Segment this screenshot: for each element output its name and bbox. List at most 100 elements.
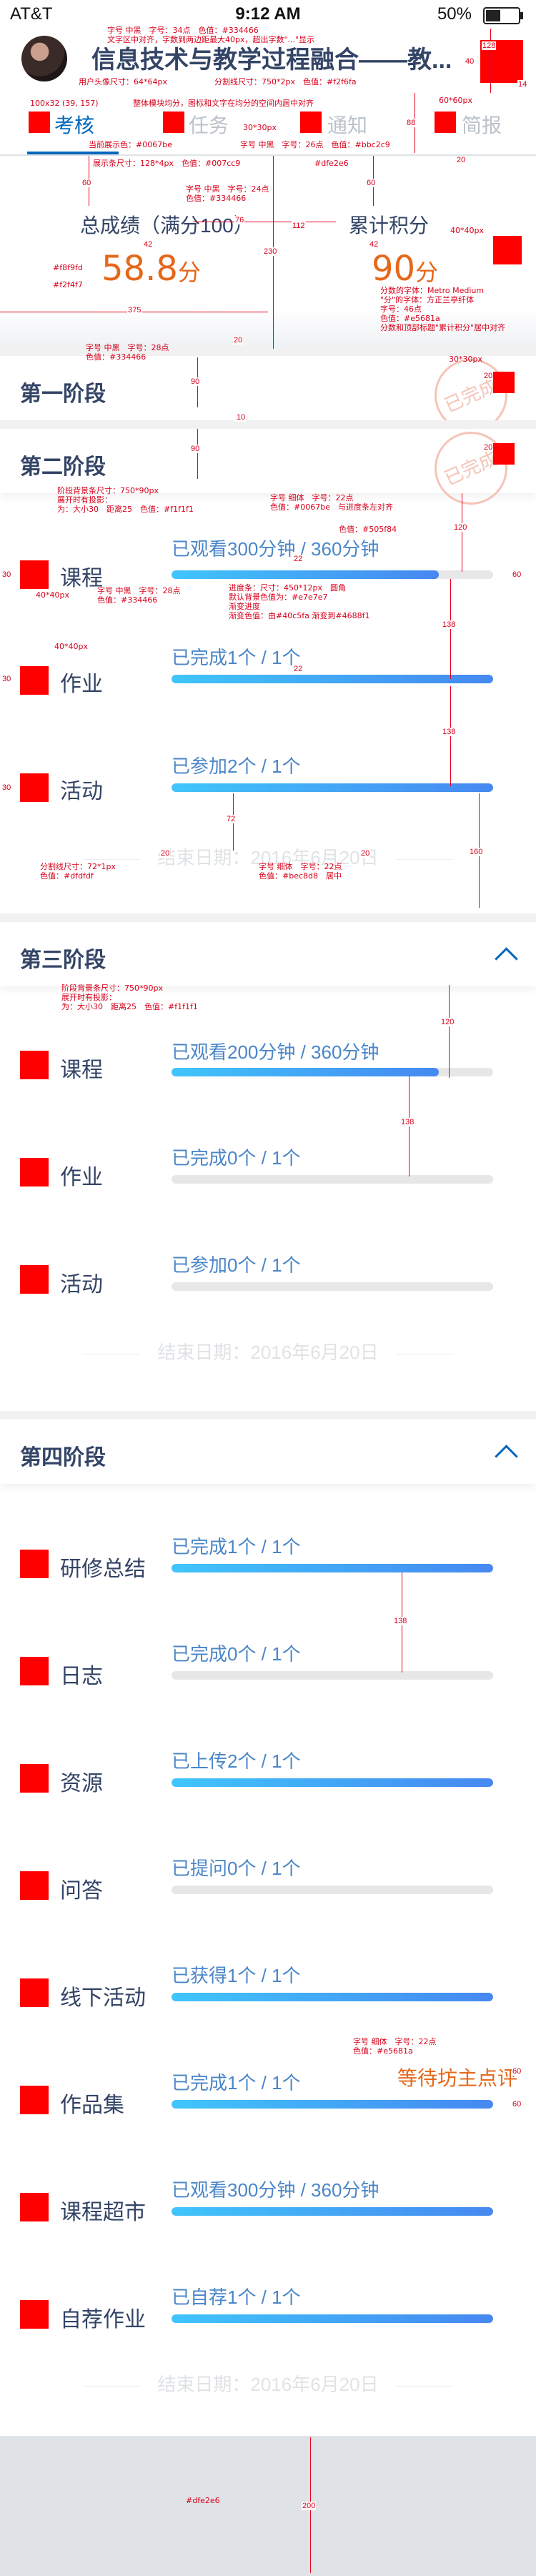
progress-bar: [172, 1564, 493, 1572]
battery-icon: [483, 7, 523, 24]
task-name[interactable]: 课程超市: [60, 2194, 146, 2226]
tab-tasks[interactable]: 任务: [189, 110, 229, 139]
battery-percent: 50%: [437, 4, 472, 24]
task-name[interactable]: 作品集: [60, 2087, 124, 2119]
activity-icon: [20, 773, 49, 802]
dim-mark: 138: [442, 728, 457, 736]
dim-mark: 88: [406, 119, 417, 127]
annotation-gray-color: #dfe2e6: [314, 159, 349, 168]
dim-mark: 42: [143, 240, 154, 249]
course-market-icon: [20, 2193, 49, 2221]
collapse-chevron-icon[interactable]: [495, 1445, 518, 1468]
annotation-header-icon: 60*60px: [439, 96, 472, 105]
points-unit: 分: [415, 259, 439, 286]
annotation-stage-font: 字号 中黑 字号：28点 色值：#334466: [86, 343, 169, 362]
annotation-score-number: 分数的字体：Metro Medium "分"的字体：方正兰亭纤体 字号：46点 …: [380, 286, 506, 332]
progress-bar: [172, 1282, 493, 1291]
progress-bar: [172, 1993, 493, 2001]
task-name[interactable]: 线下活动: [60, 1980, 146, 2011]
task-name[interactable]: 研修总结: [60, 1551, 146, 1582]
task-name[interactable]: 日志: [60, 1658, 103, 1690]
task-name[interactable]: 活动: [60, 1267, 103, 1298]
tab-assessment[interactable]: 考核: [54, 110, 94, 139]
annotation-underline: 展示条尺寸：128*4px 色值：#007cc9: [93, 159, 241, 168]
annotation-title-font: 字号 中黑 字号：34点 色值：#334466 文字区中对齐，字数到两边距最大4…: [107, 26, 315, 44]
annotation-score-font: 字号 中黑 字号：24点 色值：#334466: [186, 184, 269, 203]
user-avatar[interactable]: [21, 36, 67, 81]
task-status: 已完成1个 / 1个: [172, 1536, 301, 1557]
progress-bar: [172, 2100, 493, 2109]
task-name[interactable]: 活动: [60, 773, 103, 805]
task-name[interactable]: 资源: [60, 1765, 103, 1797]
task-status: 已自荐1个 / 1个: [172, 2287, 301, 2308]
dim-mark: 112: [292, 222, 306, 230]
dim-mark: 375: [127, 306, 142, 314]
dim-mark: 20: [360, 849, 371, 858]
tab-reports[interactable]: 简报: [462, 110, 502, 139]
stage-2-header[interactable]: 第二阶段 已完成: [0, 420, 536, 517]
task-name[interactable]: 问答: [60, 1873, 103, 1904]
stage-3-title: 第三阶段: [20, 948, 106, 972]
annotation-divider: 分割线尺寸：750*2px 色值：#f2f6fa: [214, 77, 357, 86]
task-status: 已获得1个 / 1个: [172, 1965, 301, 1986]
progress-bar: [172, 2207, 493, 2216]
collapse-chevron-icon[interactable]: [495, 947, 518, 971]
homework-icon: [20, 666, 49, 695]
pending-review-label: 等待坊主点评: [397, 2067, 518, 2089]
portfolio-icon: [20, 2086, 49, 2114]
stage-2-expand-icon[interactable]: [493, 443, 515, 465]
task-name[interactable]: 作业: [60, 666, 103, 698]
annotation-progress-text: 字号 细体 字号：22点 色值：#0067be 与进度条左对齐: [270, 493, 393, 512]
task-status: 已参加0个 / 1个: [172, 1254, 301, 1276]
progress-bar: [172, 675, 493, 683]
stage-end-date: 结束日期：2016年6月20日: [0, 1338, 536, 1364]
task-status: 已完成1个 / 1个: [172, 2072, 301, 2094]
task-name[interactable]: 自荐作业: [60, 2302, 146, 2333]
progress-bar: [172, 1175, 493, 1184]
dim-mark: 60: [512, 2067, 522, 2076]
stage-4-header[interactable]: 第四阶段: [0, 1411, 536, 1484]
stage-3-header[interactable]: 第三阶段: [0, 913, 536, 986]
progress-bar: [172, 1671, 493, 1680]
resource-icon: [20, 1764, 49, 1793]
dim-mark: 20: [456, 156, 467, 164]
stage-4-title: 第四阶段: [20, 1446, 106, 1470]
homework-icon: [20, 1158, 49, 1187]
task-status: 已提问0个 / 1个: [172, 1858, 301, 1879]
annotation-tab-active: 当前展示色：#0067be: [89, 140, 172, 149]
points-number: 90: [372, 249, 416, 289]
status-bar: AT&T 9:12 AM 50%: [0, 0, 536, 29]
annotation-icon-size: 40*40px: [450, 226, 484, 235]
report-tab-icon: [435, 112, 456, 133]
task-name[interactable]: 作业: [60, 1159, 103, 1191]
offline-activity-icon: [20, 1978, 49, 2007]
points-info-icon[interactable]: [493, 236, 522, 264]
annotation-separator: 分割线尺寸：72*1px 色值：#dfdfdf: [40, 862, 116, 881]
annotation-tab-layout: 整体模块均分，图标和文字在均分的空间内居中对齐: [133, 99, 314, 108]
tab-notices[interactable]: 通知: [327, 110, 367, 139]
dim-mark: 10: [236, 413, 247, 422]
annotation-stage-background: 阶段背景条尺寸：750*90px 展开时有投影： 为：大小30 距离25 色值：…: [57, 486, 194, 514]
dim-mark: 230: [263, 247, 278, 256]
course-icon: [20, 1051, 49, 1079]
progress-bar: [172, 570, 493, 579]
dim-mark: 60: [81, 179, 92, 187]
annotation-avatar: 用户头像尺寸：64*64px: [79, 77, 167, 86]
task-name[interactable]: 课程: [60, 560, 103, 592]
stage-1-title: 第一阶段: [20, 382, 106, 406]
dim-mark: 20: [160, 849, 171, 858]
dim-mark: 120: [440, 1018, 455, 1026]
course-icon: [20, 560, 49, 589]
dim-mark: 20: [483, 443, 494, 452]
task-name[interactable]: 课程: [60, 1052, 103, 1084]
stage-1-expand-icon[interactable]: [493, 372, 515, 393]
dim-mark: 30: [1, 675, 12, 683]
annotation-tab-size: 30*30px: [243, 123, 277, 132]
summary-icon: [20, 1550, 49, 1578]
progress-bar: [172, 1068, 493, 1076]
progress-bar: [172, 2314, 493, 2323]
recommend-homework-icon: [20, 2300, 49, 2329]
annotation-tab-text: 字号 中黑 字号：26点 色值：#bbc2c9: [240, 140, 390, 149]
progress-bar: [172, 783, 493, 792]
course-title: 信息技术与教学过程融合——教...: [91, 46, 452, 74]
